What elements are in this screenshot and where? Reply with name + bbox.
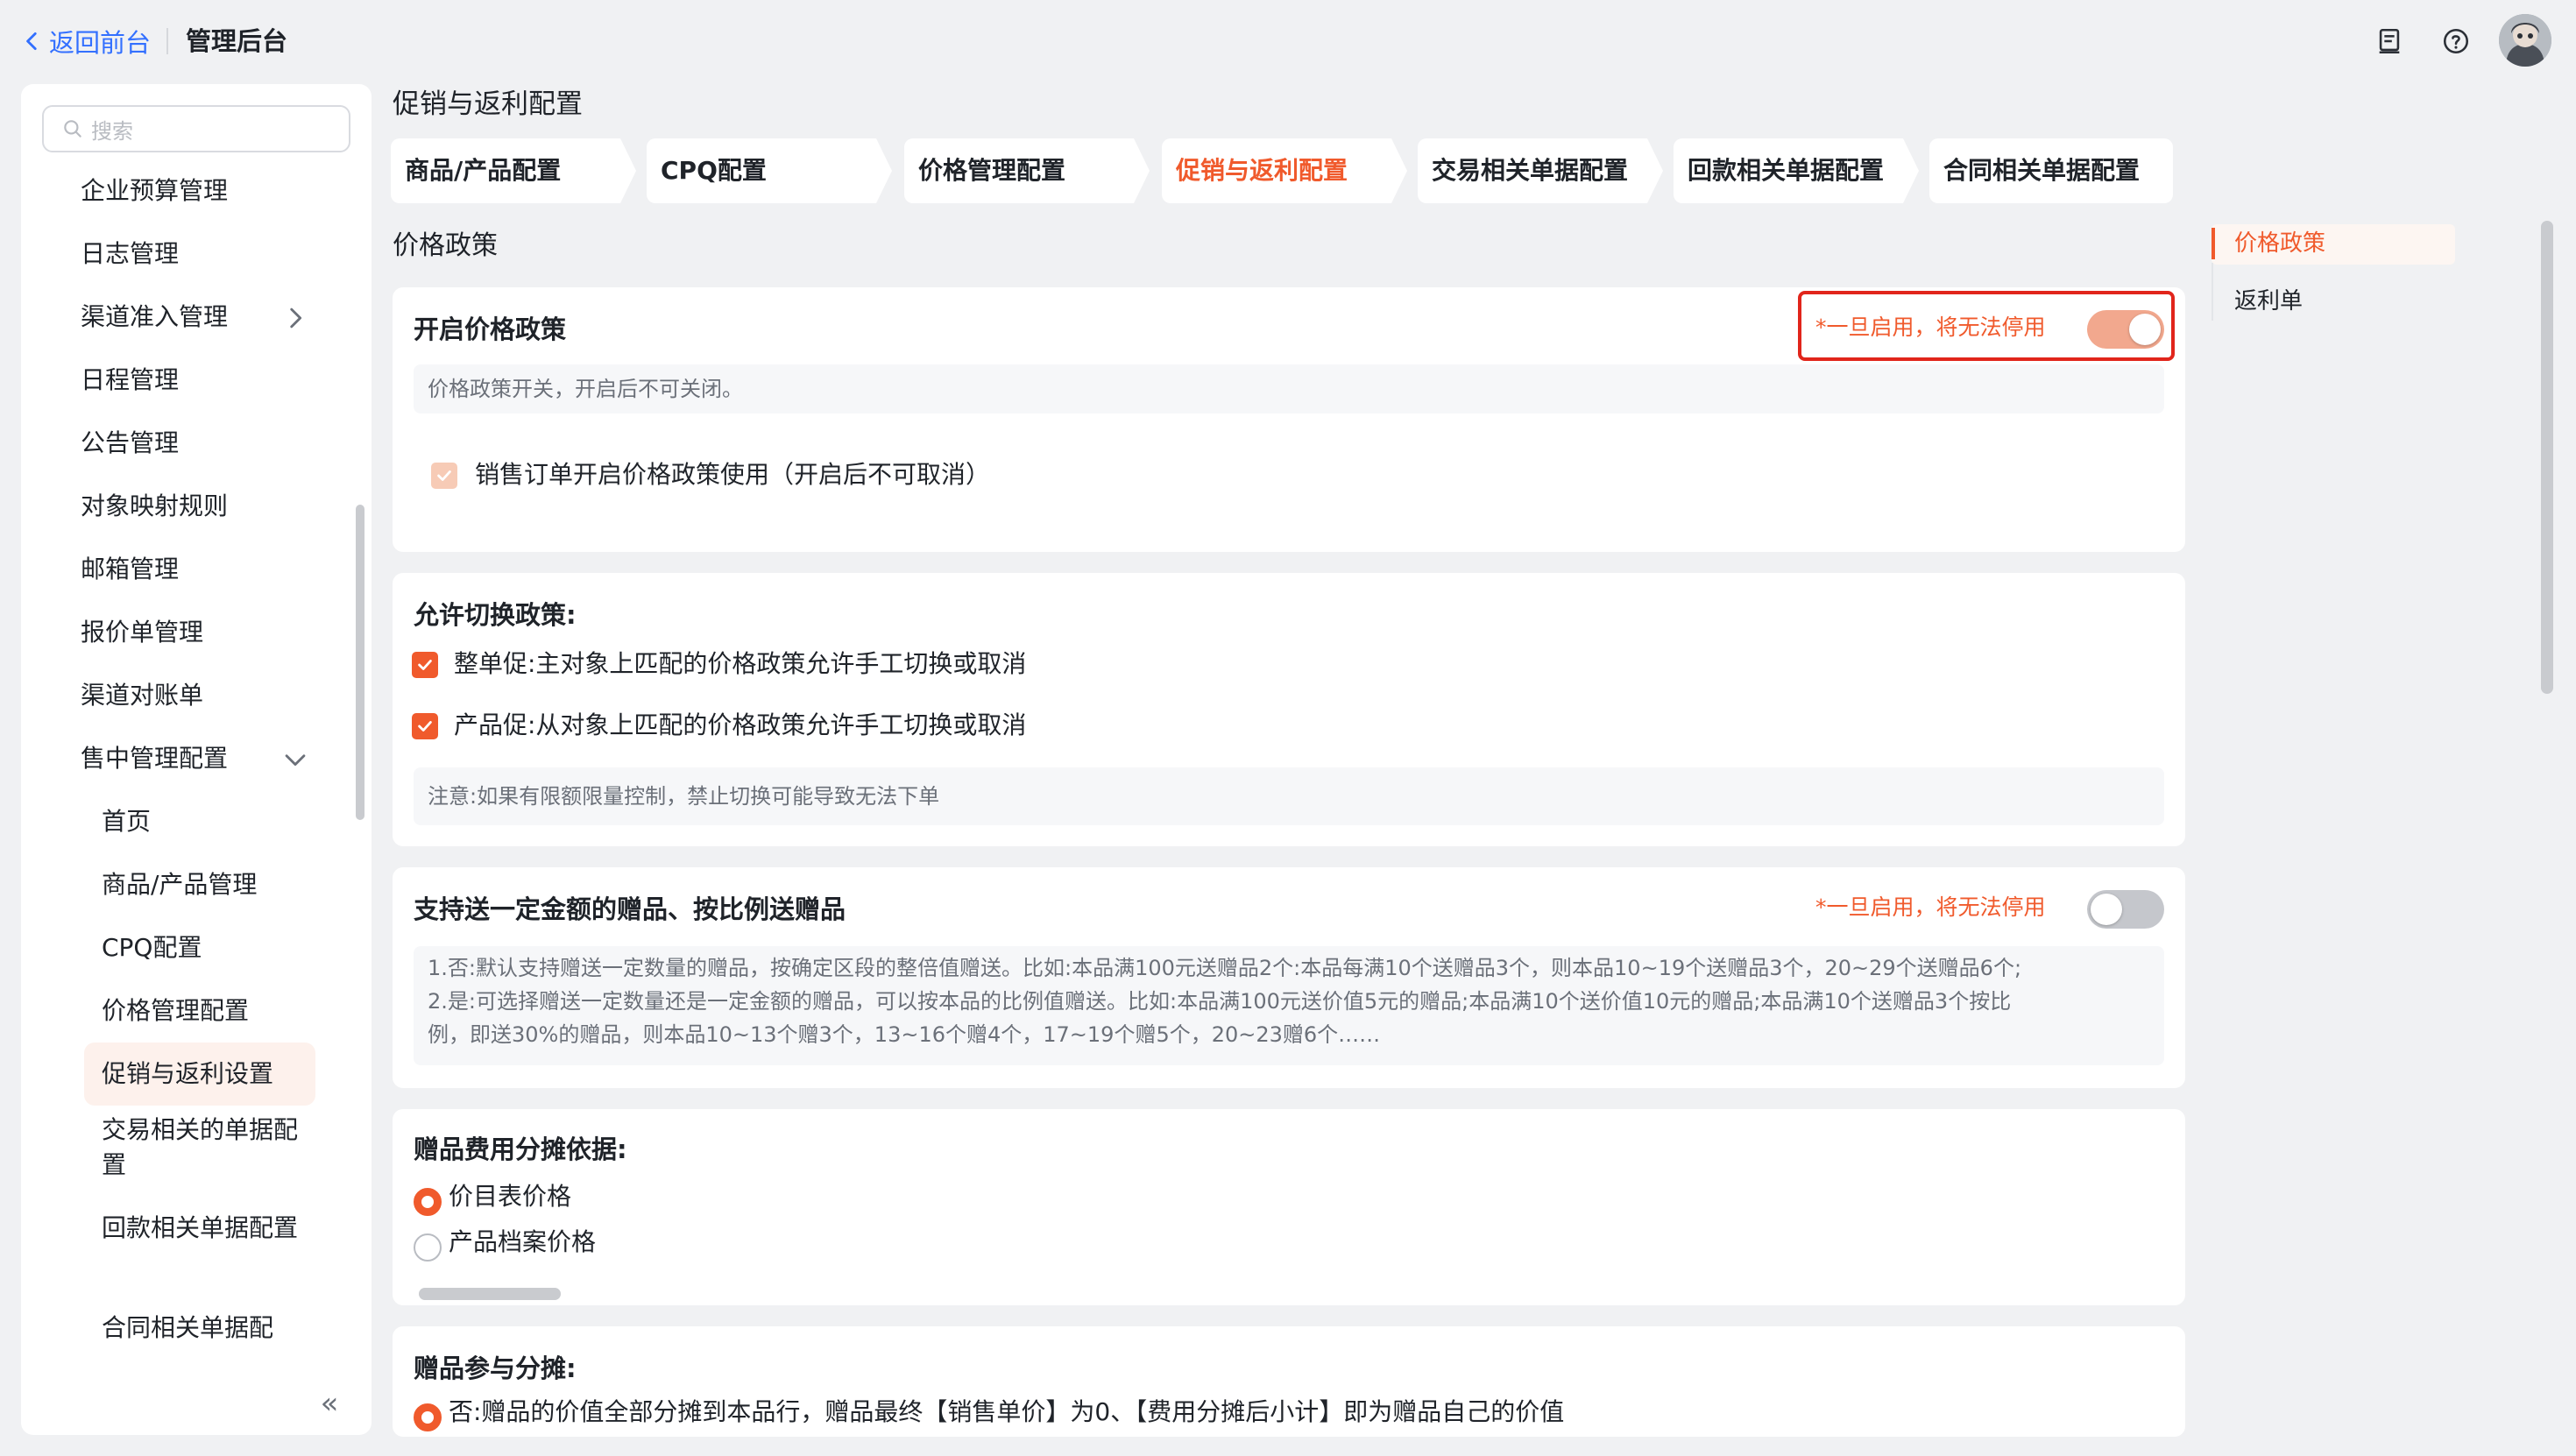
help-icon[interactable]	[2438, 23, 2474, 60]
tab-transaction-config[interactable]: 交易相关单据配置	[1418, 138, 1663, 203]
card-title: 赠品参与分摊:	[414, 1354, 577, 1383]
tab-price-config[interactable]: 价格管理配置	[904, 138, 1150, 203]
sidebar-sub-price[interactable]: 价格管理配置	[102, 988, 249, 1034]
sidebar-item-mailbox[interactable]: 邮箱管理	[81, 547, 179, 592]
tab-product-config[interactable]: 商品/产品配置	[391, 138, 636, 203]
avatar[interactable]	[2499, 14, 2551, 67]
card-title: 赠品费用分摊依据:	[414, 1134, 627, 1164]
sidebar-item-schedule[interactable]: 日程管理	[81, 357, 179, 403]
back-to-frontend-link[interactable]: 返回前台	[21, 23, 151, 60]
sidebar-item-object-mapping[interactable]: 对象映射规则	[81, 484, 228, 529]
anchor-active-indicator	[2212, 228, 2215, 259]
tab-payment-config[interactable]: 回款相关单据配置	[1674, 138, 1919, 203]
price-list-radio[interactable]	[414, 1188, 442, 1216]
page-scrollbar[interactable]	[2541, 221, 2553, 694]
card-gift-participation: 赠品参与分摊: 否:赠品的价值全部分摊到本品行，赠品最终【销售单价】为0、【费用…	[393, 1326, 2185, 1437]
description: 价格政策开关，开启后不可关闭。	[414, 364, 2164, 413]
checkbox-label: 销售订单开启价格政策使用（开启后不可取消）	[475, 460, 991, 489]
tab-contract-config[interactable]: 合同相关单据配置	[1929, 138, 2173, 203]
tab-promotion-config[interactable]: 促销与返利配置	[1162, 138, 1407, 203]
sidebar-sub-payment[interactable]: 回款相关单据配置	[102, 1211, 303, 1284]
chevron-right-icon[interactable]	[280, 303, 310, 333]
checkmark-icon	[418, 721, 432, 732]
section-title: 价格政策	[393, 230, 498, 261]
order-promo-checkbox[interactable]	[412, 652, 438, 678]
description-line: 例，即送30%的赠品，则本品10~13个赠3个，13~16个赠4个，17~19个…	[428, 1022, 1381, 1047]
card-title: 允许切换政策:	[414, 600, 577, 630]
description: 1.否:默认支持赠送一定数量的赠品，按确定区段的整倍值赠送。比如:本品满100元…	[414, 946, 2164, 1065]
sidebar-item-announcement[interactable]: 公告管理	[81, 421, 179, 466]
checkmark-icon	[418, 660, 432, 670]
collapse-sidebar-button[interactable]: «	[310, 1384, 349, 1423]
sidebar-item-in-sale-config[interactable]: 售中管理配置	[81, 736, 228, 781]
anchor-price-policy[interactable]: 价格政策	[2234, 224, 2325, 263]
warning-text: *一旦启用，将无法停用	[1815, 894, 2046, 920]
sidebar-sub-home[interactable]: 首页	[102, 799, 151, 845]
checkbox-label: 产品促:从对象上匹配的价格政策允许手工切换或取消	[454, 710, 1027, 739]
card-gift-cost-basis: 赠品费用分摊依据: 价目表价格 产品档案价格	[393, 1109, 2185, 1305]
document-icon[interactable]	[2371, 23, 2408, 60]
sales-order-checkbox[interactable]	[431, 463, 457, 489]
search-input[interactable]: 搜索	[42, 105, 350, 152]
radio-label: 价目表价格	[449, 1182, 572, 1211]
app-title: 管理后台	[186, 26, 288, 56]
description-line: 1.否:默认支持赠送一定数量的赠品，按确定区段的整倍值赠送。比如:本品满100元…	[428, 956, 2022, 980]
sidebar-sub-promotion[interactable]: 促销与返利设置	[102, 1051, 273, 1097]
sidebar-item-log[interactable]: 日志管理	[81, 231, 179, 277]
back-label: 返回前台	[49, 28, 152, 58]
sidebar-sub-contract[interactable]: 合同相关单据配	[102, 1305, 273, 1351]
card-gift-by-amount: 支持送一定金额的赠品、按比例送赠品 *一旦启用，将无法停用 1.否:默认支持赠送…	[393, 867, 2185, 1088]
sidebar-sub-product[interactable]: 商品/产品管理	[102, 862, 257, 908]
radio-label: 否:赠品的价值全部分摊到本品行，赠品最终【销售单价】为0、【费用分摊后小计】即为…	[449, 1397, 1565, 1426]
sidebar-sub-transaction[interactable]: 交易相关的单据配置	[102, 1113, 303, 1186]
gift-participation-radio[interactable]	[414, 1403, 442, 1431]
sidebar-item-quote[interactable]: 报价单管理	[81, 610, 203, 655]
card-title: 支持送一定金额的赠品、按比例送赠品	[414, 894, 846, 924]
gift-amount-toggle[interactable]	[2087, 890, 2164, 929]
sidebar-item-channel-statement[interactable]: 渠道对账单	[81, 673, 203, 718]
chevron-left-icon	[26, 32, 37, 51]
checkmark-icon	[437, 470, 451, 481]
sidebar: 搜索 企业预算管理 日志管理 渠道准入管理 日程管理 公告管理 对象映射规则 邮…	[21, 84, 372, 1435]
anchor-rebate[interactable]: 返利单	[2234, 282, 2303, 321]
highlight-frame	[1798, 291, 2175, 361]
chevron-down-icon[interactable]	[280, 745, 310, 774]
tab-cpq-config[interactable]: CPQ配置	[647, 138, 892, 203]
product-archive-radio[interactable]	[414, 1233, 442, 1262]
sidebar-sub-cpq[interactable]: CPQ配置	[102, 925, 202, 971]
sidebar-item-budget[interactable]: 企业预算管理	[81, 168, 228, 214]
description-line: 2.是:可选择赠送一定数量还是一定金额的赠品，可以按本品的比例值赠送。比如:本品…	[428, 989, 2012, 1014]
search-placeholder: 搜索	[91, 118, 133, 144]
search-icon	[64, 120, 81, 138]
top-bar: 返回前台 管理后台	[0, 0, 2576, 82]
horizontal-scrollbar[interactable]	[419, 1288, 561, 1300]
card-allow-switch-policy: 允许切换政策: 整单促:主对象上匹配的价格政策允许手工切换或取消 产品促:从对象…	[393, 573, 2185, 846]
checkbox-label: 整单促:主对象上匹配的价格政策允许手工切换或取消	[454, 649, 1027, 678]
card-title: 开启价格政策	[414, 315, 567, 344]
sidebar-scrollbar[interactable]	[356, 505, 364, 820]
anchor-track	[2212, 263, 2213, 321]
page-title: 促销与返利配置	[393, 88, 583, 120]
sidebar-item-channel-access[interactable]: 渠道准入管理	[81, 294, 228, 340]
radio-label: 产品档案价格	[449, 1227, 597, 1256]
header-divider	[166, 28, 168, 54]
product-promo-checkbox[interactable]	[412, 713, 438, 739]
note: 注意:如果有限额限量控制，禁止切换可能导致无法下单	[414, 767, 2164, 825]
